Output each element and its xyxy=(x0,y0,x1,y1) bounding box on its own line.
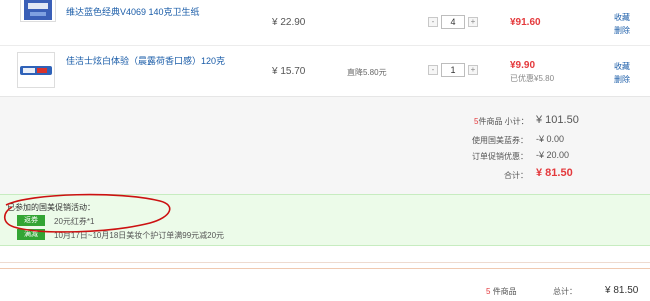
delete-link[interactable]: 删除 xyxy=(614,25,630,36)
item-count-label: 5件商品 小计： xyxy=(474,117,529,126)
footer-total-label: 总计： xyxy=(553,287,577,296)
footer-count: 5 xyxy=(486,287,491,296)
quantity-input[interactable]: 1 xyxy=(441,63,465,77)
favorite-link[interactable]: 收藏 xyxy=(614,61,630,72)
item-subtotal: ¥9.90 xyxy=(510,60,536,71)
total-label: 合计： xyxy=(504,171,528,180)
annotation-ellipse xyxy=(3,193,171,233)
increase-quantity-button[interactable]: + xyxy=(468,65,478,75)
quantity-stepper: - 4 + xyxy=(428,15,478,29)
favorite-link[interactable]: 收藏 xyxy=(614,12,630,23)
footer-divider xyxy=(0,262,650,263)
quantity-stepper: - 1 + xyxy=(428,63,478,77)
row-divider xyxy=(0,45,650,46)
total-amount: ¥ 81.50 xyxy=(536,167,573,179)
decrease-quantity-button[interactable]: - xyxy=(428,65,438,75)
quantity-input[interactable]: 4 xyxy=(441,15,465,29)
price-drop-tag: 直降5.80元 xyxy=(347,68,387,77)
subtotal-amount: ¥ 101.50 xyxy=(536,114,579,126)
product-name-link[interactable]: 维达蓝色经典V4069 140克卫生纸 xyxy=(66,5,200,18)
decrease-quantity-button[interactable]: - xyxy=(428,17,438,27)
product-thumbnail[interactable] xyxy=(20,0,56,22)
product-thumbnail[interactable] xyxy=(17,52,55,88)
promotion-discount-amount: -¥ 20.00 xyxy=(536,150,570,160)
coupon-amount: -¥ 0.00 xyxy=(536,134,565,144)
unit-price: ¥ 15.70 xyxy=(272,66,306,77)
unit-price: ¥ 22.90 xyxy=(272,17,306,28)
footer-item-count: 5 件商品 xyxy=(486,287,517,296)
order-summary xyxy=(0,96,650,194)
promotion-discount-label: 订单促销优惠： xyxy=(472,152,528,161)
product-name-link[interactable]: 佳洁士炫白体验（晨露荷香口感）120克 xyxy=(66,54,225,67)
coupon-label: 使用国美蓝券： xyxy=(472,136,528,145)
footer-total-amount: ¥ 81.50 xyxy=(605,285,639,296)
delete-link[interactable]: 删除 xyxy=(614,74,630,85)
item-subtotal: ¥91.60 xyxy=(510,17,541,28)
increase-quantity-button[interactable]: + xyxy=(468,17,478,27)
discount-amount: 已优惠¥5.80 xyxy=(510,74,555,83)
